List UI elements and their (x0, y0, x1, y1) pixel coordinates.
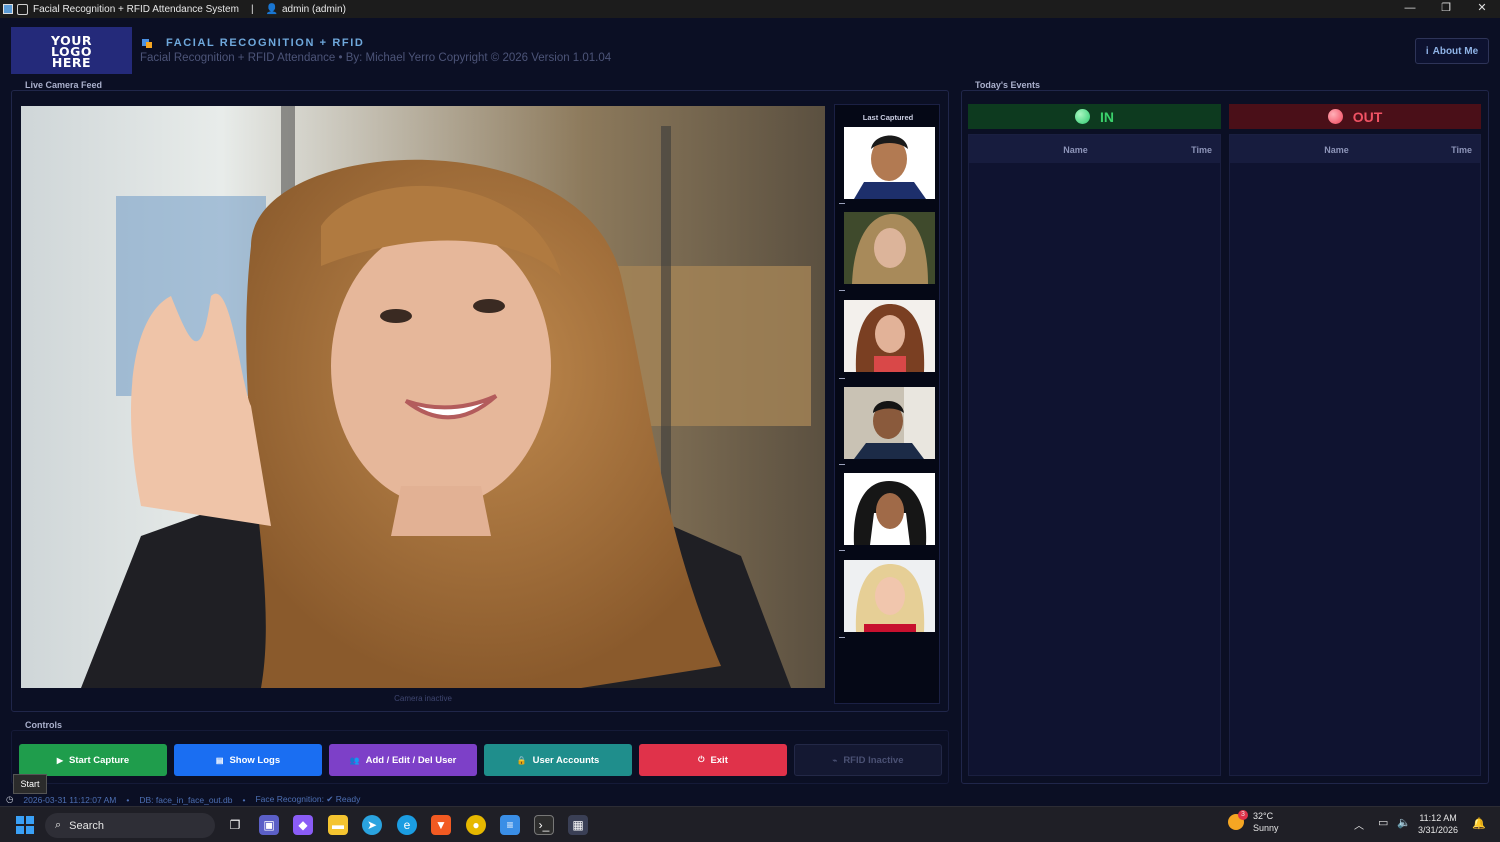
maximize-button[interactable]: ❐ (1428, 0, 1464, 18)
manage-users-button[interactable]: 👥 Add / Edit / Del User (329, 744, 477, 776)
clock-icon: ◷ (6, 794, 14, 804)
out-col-time[interactable]: Time (1451, 145, 1472, 155)
user-accounts-button[interactable]: 🔒 User Accounts (484, 744, 632, 776)
app-icon (3, 4, 13, 14)
in-col-time[interactable]: Time (1191, 145, 1212, 155)
exit-button[interactable]: ⏻ Exit (639, 744, 787, 776)
weather-widget[interactable]: 3 32°C Sunny (1228, 810, 1279, 834)
windows-start-icon[interactable] (15, 815, 35, 835)
weather-badge: 3 (1238, 810, 1248, 820)
in-header: IN (968, 104, 1221, 129)
camera-feed (21, 106, 825, 688)
title-separator: | (250, 3, 254, 15)
tray-time: 11:12 AM (1419, 813, 1457, 823)
system-menu-icon[interactable] (17, 3, 28, 15)
captured-face-thumb[interactable] (844, 560, 935, 632)
taskbar-search[interactable]: ⌕ Search (45, 813, 215, 838)
out-events-table[interactable]: Name Time (1229, 134, 1481, 776)
controls-panel-title: Controls (22, 720, 65, 730)
weather-temp: 32°C (1253, 811, 1274, 821)
document-icon: ▤ (215, 755, 224, 765)
rfid-status-button[interactable]: ⌁ RFID Inactive (794, 744, 942, 776)
events-panel-title: Today's Events (972, 80, 1043, 90)
captured-face-thumb[interactable] (844, 300, 935, 372)
captured-face-thumb[interactable] (844, 212, 935, 284)
camera-app-icon (142, 39, 152, 48)
captured-face-thumb[interactable] (844, 387, 935, 459)
notepad-icon[interactable]: ≡ (500, 815, 520, 835)
last-captured-panel: Last Captured (834, 104, 940, 704)
active-app-icon[interactable]: ▦ (568, 815, 588, 835)
captured-face-thumb[interactable] (844, 473, 935, 545)
user-icon: 👤 (265, 3, 278, 15)
terminal-icon[interactable]: ›_ (534, 815, 554, 835)
notification-bell-icon[interactable]: 🔔 (1472, 817, 1486, 830)
current-user: admin (admin) (282, 3, 346, 15)
play-icon: ▶ (56, 755, 63, 765)
status-face-recognition: Face Recognition: ✔ Ready (255, 794, 361, 804)
minimize-button[interactable]: — (1392, 0, 1428, 18)
out-header: OUT (1229, 104, 1481, 129)
search-placeholder: Search (69, 819, 105, 832)
edge-icon[interactable]: e (397, 815, 417, 835)
users-icon: 👥 (349, 755, 360, 765)
file-explorer-icon[interactable]: ▬ (328, 815, 348, 835)
thumb-divider (839, 464, 845, 465)
camera-status-caption: Camera inactive (394, 694, 452, 703)
app-title: FACIAL RECOGNITION + RFID (166, 37, 365, 49)
task-view-icon[interactable]: ❐ (225, 815, 245, 835)
out-table-header: Name Time (1230, 135, 1480, 163)
camera-panel-title: Live Camera Feed (22, 80, 106, 90)
brave-icon[interactable]: ▼ (431, 815, 451, 835)
out-indicator-icon (1327, 109, 1343, 124)
volume-icon[interactable]: 🔈 (1397, 816, 1411, 829)
in-col-name[interactable]: Name (969, 145, 1182, 155)
info-icon: i (1425, 45, 1429, 57)
thumb-divider (839, 550, 845, 551)
show-logs-button[interactable]: ▤ Show Logs (174, 744, 322, 776)
status-db: DB: face_in_face_out.db (139, 794, 233, 805)
tray-clock[interactable]: 11:12 AM 3/31/2026 (1418, 812, 1458, 836)
start-tooltip: Start (13, 774, 47, 794)
weather-desc: Sunny (1253, 823, 1279, 833)
search-icon: ⌕ (55, 819, 62, 831)
copilot-icon[interactable]: ◆ (293, 815, 313, 835)
thumb-divider (839, 290, 845, 291)
logo: YOUR LOGO HERE (11, 27, 132, 74)
status-bar: ◷ 2026-03-31 11:12:07 AM • DB: face_in_f… (6, 794, 360, 805)
status-bullet: • (242, 794, 246, 805)
telegram-icon[interactable]: ➤ (362, 815, 382, 835)
network-icon[interactable]: ▭ (1378, 816, 1388, 829)
tray-chevron-icon[interactable]: ︿ (1354, 817, 1364, 832)
start-capture-button[interactable]: ▶ Start Capture (19, 744, 167, 776)
lock-icon: 🔒 (516, 755, 527, 765)
captured-face-thumb[interactable] (844, 127, 935, 199)
chat-icon[interactable]: ▣ (259, 815, 279, 835)
rfid-icon: ⌁ (832, 755, 838, 765)
in-events-table[interactable]: Name Time (968, 134, 1221, 776)
app-subtitle: Facial Recognition + RFID Attendance • B… (140, 52, 612, 64)
in-indicator-icon (1075, 109, 1090, 124)
thumb-divider (839, 637, 845, 638)
tray-date: 3/31/2026 (1418, 825, 1459, 835)
out-col-name[interactable]: Name (1230, 145, 1443, 155)
thumb-divider (839, 203, 845, 204)
status-datetime: 2026-03-31 11:12:07 AM (23, 794, 117, 805)
thumb-divider (839, 378, 845, 379)
window-titlebar: Facial Recognition + RFID Attendance Sys… (0, 0, 1500, 18)
last-captured-title: Last Captured (862, 113, 914, 122)
chrome-icon[interactable]: ● (466, 815, 486, 835)
about-me-button[interactable]: i About Me (1415, 38, 1489, 64)
in-table-header: Name Time (969, 135, 1220, 163)
status-bullet: • (126, 794, 130, 805)
window-title: Facial Recognition + RFID Attendance Sys… (33, 3, 239, 15)
close-button[interactable]: ✕ (1464, 0, 1500, 18)
window-controls: — ❐ ✕ (1392, 0, 1500, 18)
power-icon: ⏻ (698, 755, 705, 764)
camera-frame-image (21, 106, 825, 688)
